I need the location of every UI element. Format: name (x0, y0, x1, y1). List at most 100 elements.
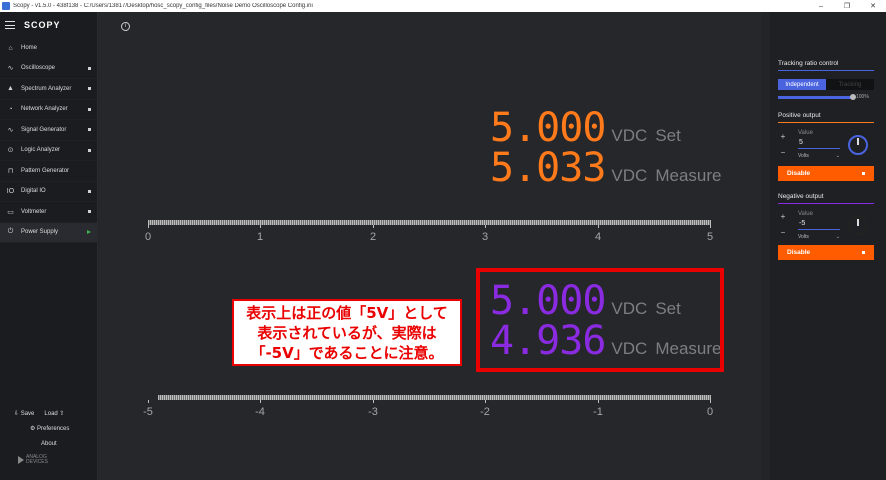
tool-indicator[interactable] (88, 210, 91, 214)
close-button[interactable]: ✕ (860, 2, 886, 10)
adi-logo-icon (18, 456, 24, 464)
run-indicator-icon[interactable] (87, 230, 91, 235)
tracking-ratio-slider[interactable] (778, 96, 854, 99)
scale-label: 3 (481, 231, 489, 243)
maximize-button[interactable]: ❐ (834, 2, 860, 10)
tool-indicator[interactable] (88, 66, 91, 70)
decrement-button[interactable]: − (778, 228, 788, 237)
scale-tick (710, 225, 711, 228)
negative-value-input[interactable]: -5 (798, 220, 840, 230)
tool-indicator[interactable] (88, 128, 91, 132)
power-icon: ⏻ (7, 228, 14, 236)
sidebar-header: SCOPY (0, 12, 97, 38)
main-display: i (99, 12, 761, 480)
sidebar-item-spectrum-analyzer[interactable]: ▲ Spectrum Analyzer (0, 79, 97, 100)
decrement-button[interactable]: − (778, 148, 788, 157)
sidebar-item-voltmeter[interactable]: ▭ Voltmeter (0, 202, 97, 223)
positive-value-input[interactable]: 5 (798, 139, 840, 149)
unit-label: VDC (611, 126, 648, 145)
title-bar: Scopy - v1.5.0 - 438f138 - C:/Users/1381… (0, 0, 886, 12)
positive-set-readout: 5.000 VDC Set (490, 108, 681, 148)
scale-tick (710, 400, 711, 403)
tool-indicator[interactable] (88, 107, 91, 111)
tracking-mode-button[interactable]: Tracking (826, 79, 874, 90)
scale-label: -2 (480, 406, 490, 418)
sidebar-item-label: Signal Generator (21, 126, 67, 133)
sidebar-item-home[interactable]: ⌂ Home (0, 38, 97, 59)
network-icon: ◔ (8, 105, 13, 113)
section-divider (778, 122, 874, 123)
scopy-logo: SCOPY (24, 20, 61, 30)
save-load-group: ⇩ Save Load ⇧ (14, 410, 64, 417)
voltmeter-icon: ▭ (7, 208, 14, 216)
independent-mode-button[interactable]: Independent (778, 79, 826, 90)
save-button[interactable]: ⇩ Save (14, 410, 34, 417)
positive-output-title: Positive output (778, 112, 821, 119)
gear-icon: ⚙ (30, 426, 38, 432)
chevron-down-icon: ⌄ (835, 234, 840, 240)
pattern-generator-icon: ⊓ (7, 167, 14, 175)
negative-value-knob[interactable] (848, 216, 868, 236)
set-label: Set (655, 126, 681, 145)
tool-indicator[interactable] (88, 148, 91, 152)
positive-disable-button[interactable]: Disable (778, 166, 874, 181)
increment-button[interactable]: + (778, 132, 788, 141)
preferences-button[interactable]: ⚙ Preferences (30, 425, 69, 432)
sidebar-item-label: Spectrum Analyzer (21, 85, 72, 92)
positive-value-knob[interactable] (848, 135, 868, 155)
annotation-callout: 表示上は正の値「5V」として 表示されているが、実際は 「-5V」であることに注… (232, 299, 462, 366)
scale-label: 1 (256, 231, 264, 243)
unit-label: VDC (611, 166, 648, 185)
tool-indicator[interactable] (88, 87, 91, 91)
home-icon: ⌂ (8, 44, 13, 52)
negative-unit-select[interactable]: Volts ⌄ (798, 234, 840, 242)
sidebar-item-label: Power Supply (21, 229, 59, 236)
scale-tick (485, 400, 486, 403)
scale-tick (373, 225, 374, 228)
load-icon: ⇧ (57, 411, 65, 417)
scale-label: -5 (143, 406, 153, 418)
tracking-title: Tracking ratio control (778, 60, 839, 67)
scale-tick (148, 400, 149, 403)
info-icon[interactable]: i (121, 22, 130, 31)
sidebar-item-label: Pattern Generator (21, 167, 70, 174)
positive-measure-readout: 5.033 VDC Measure (490, 148, 721, 188)
oscilloscope-icon: ∿ (7, 65, 14, 73)
scale-tick (485, 225, 486, 228)
analog-devices-logo: ANALOG DEVICES (18, 455, 48, 465)
scale-tick (260, 400, 261, 403)
scale-tick (598, 225, 599, 228)
section-divider (778, 70, 874, 71)
sidebar-item-pattern-generator[interactable]: ⊓ Pattern Generator (0, 161, 97, 182)
signal-generator-icon: ∿ (7, 126, 14, 134)
value-label: Value (798, 211, 813, 217)
tracking-mode-switch[interactable]: Independent Tracking (778, 79, 874, 90)
sidebar-item-logic-analyzer[interactable]: ⊙ Logic Analyzer (0, 141, 97, 161)
scale-label: 4 (594, 231, 602, 243)
scale-label: -4 (255, 406, 265, 418)
scale-label: 0 (706, 406, 714, 418)
scale-tick (598, 400, 599, 403)
positive-unit-select[interactable]: Volts ⌄ (798, 153, 840, 161)
sidebar-item-label: Logic Analyzer (21, 147, 61, 154)
sidebar-item-digital-io[interactable]: IO Digital IO (0, 182, 97, 202)
scale-label: -1 (593, 406, 603, 418)
negative-disable-button[interactable]: Disable (778, 245, 874, 260)
scale-label: 5 (706, 231, 714, 243)
about-button[interactable]: About (41, 441, 57, 447)
minimize-button[interactable]: – (808, 3, 834, 10)
negative-readout-highlight (476, 268, 724, 372)
sidebar-item-power-supply[interactable]: ⏻ Power Supply (0, 222, 97, 243)
sidebar-item-oscilloscope[interactable]: ∿ Oscilloscope (0, 59, 97, 79)
increment-button[interactable]: + (778, 212, 788, 221)
menu-icon[interactable] (5, 21, 15, 29)
sidebar-item-signal-generator[interactable]: ∿ Signal Generator (0, 120, 97, 141)
sidebar-item-label: Network Analyzer (21, 106, 68, 113)
scale-label: -3 (368, 406, 378, 418)
scale-tick (373, 400, 374, 403)
sidebar-item-network-analyzer[interactable]: ◔ Network Analyzer (0, 100, 97, 120)
load-button[interactable]: Load ⇧ (44, 410, 64, 417)
tool-indicator[interactable] (88, 189, 91, 193)
scale-bar (148, 220, 711, 225)
sidebar-item-label: Digital IO (21, 188, 46, 195)
